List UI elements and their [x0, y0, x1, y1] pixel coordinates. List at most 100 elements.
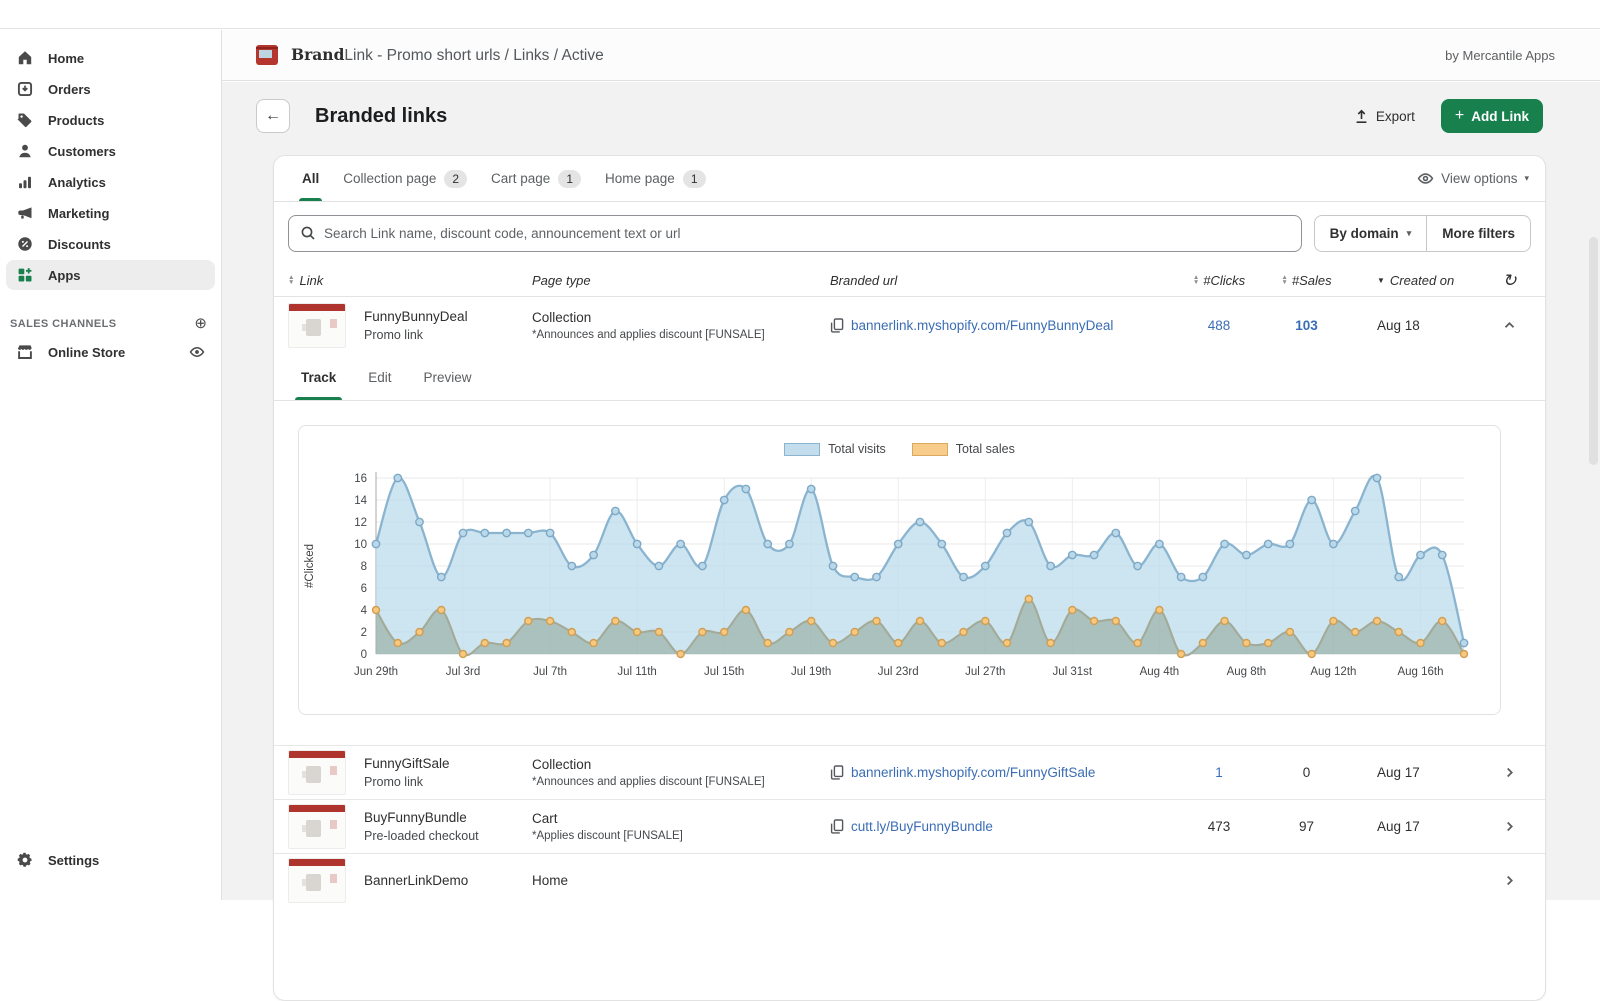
megaphone-icon [15, 204, 35, 222]
svg-text:Jul 19th: Jul 19th [791, 666, 831, 678]
svg-text:Jun 29th: Jun 29th [354, 666, 398, 678]
svg-text:12: 12 [354, 517, 367, 529]
svg-text:2: 2 [361, 627, 367, 639]
sidebar-item-settings[interactable]: Settings [6, 845, 215, 875]
sidebar-item-label: Discounts [48, 237, 111, 252]
branded-url-link[interactable]: cutt.ly/BuyFunnyBundle [851, 819, 993, 834]
svg-text:Jul 3rd: Jul 3rd [446, 666, 481, 678]
branded-url-link[interactable]: bannerlink.myshopify.com/FunnyBunnyDeal [851, 318, 1113, 333]
bar-chart-icon [15, 173, 35, 191]
view-options-button[interactable]: View options ▾ [1417, 170, 1529, 187]
svg-text:Aug 8th: Aug 8th [1227, 666, 1267, 678]
search-box[interactable] [288, 215, 1302, 252]
column-header-link[interactable]: Link [299, 273, 323, 288]
tab-preview[interactable]: Preview [424, 354, 472, 400]
search-input[interactable] [324, 226, 1290, 241]
add-link-button[interactable]: + Add Link [1441, 99, 1543, 133]
sort-icon[interactable]: ▲▼ [1193, 275, 1199, 285]
sort-icon[interactable]: ▲▼ [288, 275, 294, 285]
sidebar-item-orders[interactable]: Orders [6, 74, 215, 104]
expand-chevron-right-icon[interactable] [1503, 874, 1516, 887]
tab-track[interactable]: Track [301, 354, 336, 400]
sidebar-item-apps[interactable]: Apps [6, 260, 215, 290]
add-sales-channel-icon[interactable]: ⊕ [194, 316, 207, 331]
svg-text:8: 8 [361, 561, 367, 573]
tab-edit[interactable]: Edit [368, 354, 391, 400]
sales-channels-heading: SALES CHANNELS [10, 318, 116, 330]
chevron-down-icon: ▾ [1524, 173, 1529, 184]
link-thumbnail [288, 858, 346, 903]
sidebar-item-home[interactable]: Home [6, 43, 215, 73]
expand-chevron-right-icon[interactable] [1503, 820, 1516, 833]
links-card: All Collection page2 Cart page1 Home pag… [273, 155, 1546, 1001]
tab-collection-page[interactable]: Collection page2 [331, 156, 479, 201]
expand-chevron-right-icon[interactable] [1503, 766, 1516, 779]
page-note: *Announces and applies discount [FUNSALE… [532, 329, 830, 341]
tab-all[interactable]: All [290, 156, 331, 201]
branded-url-link[interactable]: bannerlink.myshopify.com/FunnyGiftSale [851, 765, 1095, 780]
table-header: ▲▼Link Page type Branded url ▲▼#Clicks ▲… [274, 264, 1545, 297]
home-icon [15, 49, 35, 67]
sort-icon[interactable]: ▲▼ [1281, 275, 1287, 285]
link-subtitle: Promo link [364, 328, 468, 342]
sidebar-item-products[interactable]: Products [6, 105, 215, 135]
sidebar-item-marketing[interactable]: Marketing [6, 198, 215, 228]
svg-text:Aug 4th: Aug 4th [1140, 666, 1180, 678]
link-name: FunnyBunnyDeal [364, 309, 468, 324]
legend-swatch-sales [912, 443, 948, 456]
orders-icon [15, 80, 35, 98]
sales-value: 97 [1299, 819, 1314, 834]
legend-item-total-sales: Total sales [912, 442, 1015, 456]
plus-icon: + [1455, 108, 1464, 124]
eye-icon[interactable] [189, 344, 205, 360]
clicks-chart: Jun 29thJul 3rdJul 7thJul 11thJul 15thJu… [299, 458, 1502, 698]
table-row[interactable]: FunnyGiftSalePromo link Collection*Annou… [274, 745, 1545, 799]
collapse-chevron-up-icon[interactable] [1503, 319, 1516, 332]
count-badge: 1 [683, 170, 706, 188]
column-header-created-on[interactable]: Created on [1390, 273, 1454, 288]
link-subtitle: Promo link [364, 775, 450, 789]
link-thumbnail [288, 804, 346, 849]
column-header-sales[interactable]: #Sales [1292, 273, 1332, 288]
export-button[interactable]: Export [1354, 109, 1415, 124]
vertical-scrollbar[interactable] [1589, 237, 1598, 465]
table-row[interactable]: BuyFunnyBundlePre-loaded checkout Cart*A… [274, 799, 1545, 853]
sidebar-item-analytics[interactable]: Analytics [6, 167, 215, 197]
legend-swatch-visits [784, 443, 820, 456]
sidebar-item-label: Customers [48, 144, 116, 159]
column-header-clicks[interactable]: #Clicks [1203, 273, 1245, 288]
chevron-down-icon: ▾ [1407, 228, 1412, 239]
link-name: BannerLinkDemo [364, 873, 468, 888]
svg-text:4: 4 [361, 605, 368, 617]
clicks-value: 1 [1215, 765, 1223, 780]
table-row[interactable]: FunnyBunnyDeal Promo link Collection *Anno… [274, 297, 1545, 354]
page-type: Cart [532, 811, 830, 826]
sidebar-item-discounts[interactable]: Discounts [6, 229, 215, 259]
refresh-icon[interactable]: ↻ [1502, 272, 1516, 289]
count-badge: 2 [444, 170, 467, 188]
app-top-bar: BrandLink - Promo short urls / Links / A… [222, 30, 1600, 81]
sidebar-item-customers[interactable]: Customers [6, 136, 215, 166]
brand-logo-text: Brand [291, 45, 344, 64]
sidebar-item-online-store[interactable]: Online Store [6, 337, 215, 367]
sort-desc-icon[interactable]: ▼ [1377, 276, 1385, 285]
page-type: Collection [532, 310, 830, 325]
created-date: Aug 17 [1377, 819, 1420, 834]
copy-icon[interactable] [830, 318, 844, 333]
sidebar-item-label: Analytics [48, 175, 106, 190]
back-button[interactable]: ← [256, 99, 290, 133]
tab-cart-page[interactable]: Cart page1 [479, 156, 593, 201]
table-row[interactable]: BannerLinkDemo Home [274, 853, 1545, 907]
link-name: BuyFunnyBundle [364, 810, 479, 825]
copy-icon[interactable] [830, 819, 844, 834]
by-domain-button[interactable]: By domain▾ [1315, 216, 1427, 251]
sales-value: 0 [1303, 765, 1311, 780]
more-filters-button[interactable]: More filters [1426, 216, 1530, 251]
svg-text:Jul 23rd: Jul 23rd [878, 666, 919, 678]
tab-home-page[interactable]: Home page1 [593, 156, 717, 201]
copy-icon[interactable] [830, 765, 844, 780]
sidebar: Home Orders Products Customers Analytics… [0, 30, 222, 900]
sidebar-item-label: Home [48, 51, 84, 66]
clicks-value: 488 [1208, 318, 1231, 333]
sidebar-item-label: Products [48, 113, 104, 128]
